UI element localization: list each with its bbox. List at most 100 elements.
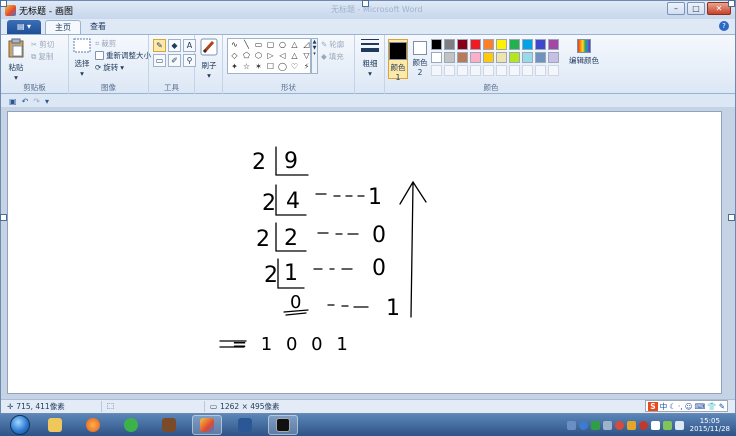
tray-security-icon[interactable] (590, 420, 600, 430)
brushes-button[interactable]: 刷子 ▾ (198, 38, 220, 80)
resize-handle[interactable] (0, 214, 7, 221)
taskbar-app-explorer[interactable] (40, 415, 70, 435)
taskbar-app-paint[interactable] (192, 415, 222, 435)
eraser-icon[interactable]: ▭ (153, 54, 166, 67)
color-picker-icon[interactable]: ✐ (168, 54, 181, 67)
paste-button[interactable]: 粘贴 ▾ (5, 38, 27, 82)
palette-empty-slot[interactable] (444, 65, 455, 76)
six-point-star-shape[interactable]: ✶ (253, 62, 264, 72)
tray-help-icon[interactable] (578, 420, 588, 430)
edit-colors-button[interactable]: 编辑颜色 (569, 39, 599, 66)
crop-button[interactable]: ⌗ 裁剪 (95, 38, 116, 49)
select-button[interactable]: 选择 ▾ (71, 38, 93, 78)
palette-swatch[interactable] (548, 39, 559, 50)
rect-callout-shape[interactable]: ☐ (265, 62, 276, 72)
palette-swatch[interactable] (431, 39, 442, 50)
fill-icon[interactable]: ◆ (168, 39, 181, 52)
palette-swatch[interactable] (535, 39, 546, 50)
maximize-button[interactable]: □ (687, 2, 705, 15)
oval-shape[interactable]: ○ (277, 40, 288, 50)
tray-network-icon[interactable] (566, 420, 576, 430)
palette-empty-slot[interactable] (509, 65, 520, 76)
heart-shape[interactable]: ♡ (289, 62, 300, 72)
resize-handle[interactable] (728, 0, 735, 7)
palette-empty-slot[interactable] (496, 65, 507, 76)
taskbar-app-game[interactable] (154, 415, 184, 435)
help-icon[interactable]: ? (719, 21, 729, 31)
palette-empty-slot[interactable] (483, 65, 494, 76)
palette-empty-slot[interactable] (470, 65, 481, 76)
tray-music-icon[interactable] (614, 420, 624, 430)
ime-toolbar[interactable]: S 中 ☾ ·, ☺ ⌨ 👕 ✎ (645, 400, 728, 412)
palette-swatch[interactable] (483, 39, 494, 50)
undo-icon[interactable]: ↶ (22, 97, 29, 106)
outline-button[interactable]: ✎ 轮廓 (321, 39, 344, 50)
rounded-rectangle-shape[interactable]: ▢ (265, 40, 276, 50)
hexagon-shape[interactable]: ⬡ (253, 51, 264, 61)
ime-moon-icon[interactable]: ☾ (669, 402, 676, 411)
palette-swatch[interactable] (431, 52, 442, 63)
fill-button[interactable]: ◆ 填充 (321, 51, 344, 62)
palette-empty-slot[interactable] (535, 65, 546, 76)
shapes-gallery[interactable]: ∿ ╲ ▭ ▢ ○ △ ◿ ◇ ⬠ ⬡ ▷ ◁ △ ▽ ✦ ☆ ✶ ☐ ◯ ♡ (227, 38, 311, 74)
start-button[interactable] (10, 415, 30, 435)
up-arrow-shape[interactable]: △ (289, 51, 300, 61)
right-arrow-shape[interactable]: ▷ (265, 51, 276, 61)
palette-swatch[interactable] (535, 52, 546, 63)
tray-app-icon[interactable] (602, 420, 612, 430)
minimize-button[interactable]: – (667, 2, 685, 15)
resize-handle[interactable] (362, 0, 369, 7)
cut-button[interactable]: ✂ 剪切 (31, 39, 54, 50)
taskbar-app-word[interactable] (230, 415, 260, 435)
palette-empty-slot[interactable] (431, 65, 442, 76)
palette-swatch[interactable] (483, 52, 494, 63)
oval-callout-shape[interactable]: ◯ (277, 62, 288, 72)
palette-swatch[interactable] (457, 52, 468, 63)
tray-chart-icon[interactable] (626, 420, 636, 430)
pencil-icon[interactable]: ✎ (153, 39, 166, 52)
tray-battery-icon[interactable] (662, 420, 672, 430)
taskbar-app-firefox[interactable] (78, 415, 108, 435)
select-dropdown-icon[interactable]: ▾ (71, 69, 93, 78)
palette-empty-slot[interactable] (457, 65, 468, 76)
drawing-canvas[interactable]: 2 9 2 4 1 2 2 0 2 1 0 0 1 = 1 0 0 1 (7, 111, 722, 394)
taskbar-app-wechat[interactable] (116, 415, 146, 435)
taskbar-app-terminal[interactable] (268, 415, 298, 435)
palette-swatch[interactable] (496, 39, 507, 50)
palette-empty-slot[interactable] (548, 65, 559, 76)
curve-shape[interactable]: ∿ (229, 40, 240, 50)
palette-swatch[interactable] (470, 39, 481, 50)
triangle-shape[interactable]: △ (289, 40, 300, 50)
color2-selector[interactable]: 颜色 2 (410, 39, 430, 79)
palette-swatch[interactable] (457, 39, 468, 50)
ime-punct-toggle[interactable]: ·, (678, 402, 683, 411)
customize-qat-icon[interactable]: ▾ (45, 97, 49, 106)
file-menu-button[interactable]: ▤ ▾ (7, 20, 41, 34)
size-dropdown-icon[interactable]: ▾ (359, 69, 381, 78)
ime-smiley-icon[interactable]: ☺ (685, 402, 693, 411)
ime-keyboard-icon[interactable]: ⌨ (695, 402, 706, 411)
color1-selector[interactable]: 颜色 1 (388, 39, 408, 82)
five-point-star-shape[interactable]: ☆ (241, 62, 252, 72)
line-shape[interactable]: ╲ (241, 40, 252, 50)
four-point-star-shape[interactable]: ✦ (229, 62, 240, 72)
palette-empty-slot[interactable] (522, 65, 533, 76)
palette-swatch[interactable] (509, 52, 520, 63)
palette-swatch[interactable] (509, 39, 520, 50)
resize-handle[interactable] (728, 214, 735, 221)
sogou-ime-icon[interactable]: S (648, 401, 658, 411)
left-arrow-shape[interactable]: ◁ (277, 51, 288, 61)
redo-icon[interactable]: ↷ (33, 97, 40, 106)
tab-home[interactable]: 主页 (45, 20, 81, 34)
palette-swatch[interactable] (444, 39, 455, 50)
rectangle-shape[interactable]: ▭ (253, 40, 264, 50)
size-button[interactable]: 粗细 ▾ (359, 38, 381, 78)
resize-handle[interactable] (0, 0, 7, 7)
save-icon[interactable]: ▣ (9, 97, 17, 106)
rotate-button[interactable]: ⟳ 旋转 ▾ (95, 62, 124, 73)
tray-flag-icon[interactable] (650, 420, 660, 430)
brushes-dropdown-icon[interactable]: ▾ (198, 71, 220, 80)
pentagon-shape[interactable]: ⬠ (241, 51, 252, 61)
tray-record-icon[interactable] (638, 420, 648, 430)
tray-volume-icon[interactable] (674, 420, 684, 430)
